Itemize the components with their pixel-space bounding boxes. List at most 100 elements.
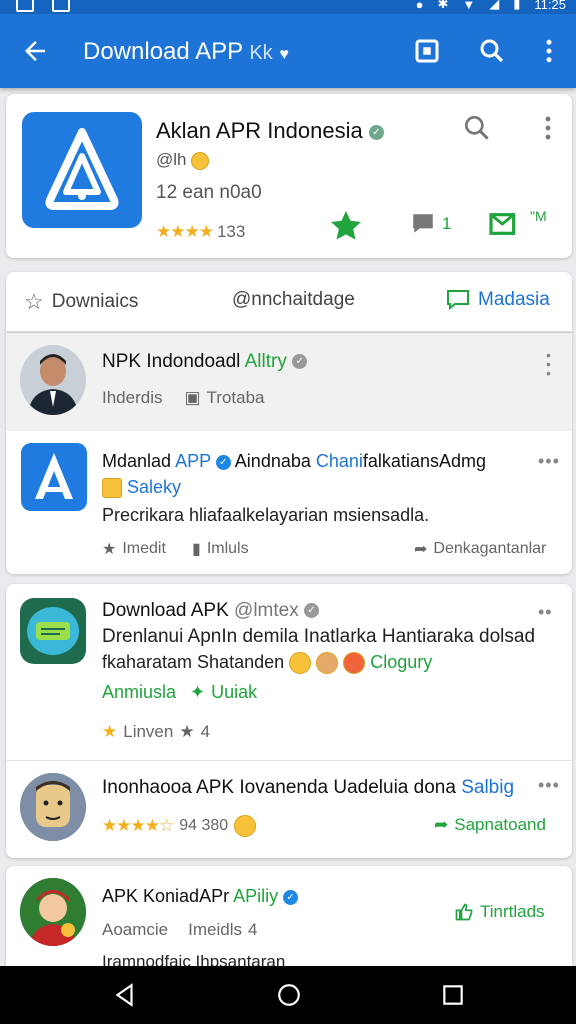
share-action[interactable]: 1: [410, 210, 451, 238]
post-row-2[interactable]: Mdanlad APP ✓ Aindnaba ChanifalkatiansAd…: [6, 431, 572, 574]
wifi-icon: ▼: [462, 0, 476, 12]
post2-title: Mdanlad APP ✓ Aindnaba ChanifalkatiansAd…: [102, 451, 486, 472]
star-icon: ★: [102, 541, 117, 558]
post2-body: Precrikara hliafaalkelayarian msiensadla…: [102, 505, 430, 525]
system-nav-bar: [0, 966, 576, 1024]
signal-icon: ◢: [489, 0, 500, 11]
chat-bubble-icon: [447, 290, 469, 311]
page-title-text: Download APP: [83, 38, 243, 65]
post2-sub: Saleky: [102, 477, 181, 499]
post5-action[interactable]: Tinrtlads: [454, 902, 545, 922]
save-icon[interactable]: [412, 36, 442, 66]
page-title: Download APP Kk ♥: [83, 38, 289, 66]
chat-app-avatar[interactable]: [20, 598, 86, 664]
avatar[interactable]: [20, 345, 86, 415]
post5-tag: APiliy: [233, 886, 279, 906]
post4-rating: ★★★★☆ 94 380: [102, 815, 257, 837]
post5-m3: 4: [248, 920, 258, 939]
handle-text: @lh: [156, 150, 187, 169]
post2-title-app: APP: [175, 451, 211, 471]
smile-emoji-icon: [234, 815, 257, 837]
post3-g2: Uuiak: [211, 682, 258, 702]
lock-emoji-icon: [102, 478, 122, 499]
post1-meta2: Trotaba: [206, 388, 265, 407]
more-horiz-icon[interactable]: •••: [538, 775, 560, 796]
more-horiz-icon[interactable]: ••: [538, 602, 553, 623]
post-row-3[interactable]: Download APK @lmtex ✓ •• Drenlanui ApnIn…: [6, 584, 572, 760]
verified-icon: ✓: [368, 124, 384, 140]
post-row-5[interactable]: APK KoniadAPr APiliy ✓ Tinrtlads Aoamcie…: [6, 866, 572, 971]
tab-media-label: Madasia: [478, 289, 550, 310]
comment-icon: ▮: [192, 541, 201, 558]
post2-title-a: Mdanlad: [102, 451, 172, 471]
person-avatar-icon: [20, 345, 86, 415]
flask-logo-icon: [45, 128, 119, 210]
smile-emoji-icon: [191, 151, 210, 170]
more-vert-icon[interactable]: [534, 36, 564, 66]
app-logo[interactable]: [22, 112, 142, 228]
post2-act3: Denkagantanlar: [433, 540, 547, 557]
search-icon[interactable]: [477, 36, 507, 66]
comment-icon: [413, 214, 433, 233]
post3-count: 4: [200, 722, 211, 741]
comment-action[interactable]: ▮ Imluls: [192, 539, 249, 559]
bluetooth-icon: ✱: [437, 0, 449, 11]
battery-icon: ▮: [513, 0, 521, 11]
post3-meta[interactable]: ★ Linven ★ 4: [102, 722, 210, 742]
post5-meta: Aoamcie Imeidls 4: [102, 920, 257, 940]
thumbs-up-icon: [455, 903, 473, 921]
rating-stars-icon: ★★★★: [156, 222, 214, 241]
cartoon-person-icon: [20, 878, 86, 946]
post3-line2-text: fkaharatam Shatanden: [102, 652, 285, 672]
post5-m2: Imeidls: [188, 920, 242, 939]
app-name: Aklan APR Indonesia ✓: [156, 118, 384, 144]
nav-home-icon[interactable]: [276, 982, 302, 1008]
tab-downloads-label: Downiaics: [51, 291, 139, 312]
star-icon: ★: [102, 722, 118, 741]
message-action[interactable]: "M: [486, 208, 547, 240]
share-arrow-icon: ➦: [414, 541, 428, 558]
card-search-icon[interactable]: [461, 112, 493, 144]
nav-back-icon[interactable]: [112, 982, 138, 1008]
verified-icon: ✓: [292, 354, 308, 370]
post2-title-c: Chani: [315, 451, 363, 471]
post-list-card-2: Download APK @lmtex ✓ •• Drenlanui ApnIn…: [6, 584, 572, 858]
post5-action-text: Tinrtlads: [480, 902, 545, 921]
more-horiz-icon[interactable]: •••: [538, 451, 560, 472]
card-more-icon[interactable]: [536, 112, 560, 144]
post-row-1[interactable]: NPK Indondoadl Alltry ✓ Ihderdis ▣ Trota…: [6, 333, 572, 431]
more-vert-icon[interactable]: • • •: [546, 348, 552, 380]
post5-title-text: APK KoniadAPr: [102, 886, 230, 906]
tab-channel[interactable]: @nnchaitdage: [232, 289, 355, 311]
cartoon-face-icon: [20, 773, 86, 841]
share-action[interactable]: ➦ Denkagantanlar: [414, 539, 546, 559]
post4-action-text: Sapnatoand: [454, 815, 546, 834]
post3-title: Download APK @lmtex ✓: [102, 600, 319, 622]
post-title: NPK Indondoadl Alltry ✓: [102, 351, 308, 373]
tab-downloads[interactable]: ☆ Downiaics: [24, 289, 138, 315]
avatar[interactable]: [20, 773, 86, 841]
post1-meta1: Ihderdis: [102, 388, 163, 407]
favorite-star-icon[interactable]: [328, 208, 364, 244]
post4-title-text: Inonhaooa APK Iovanenda Uadeluia dona: [102, 777, 456, 798]
post1-title-text: NPK Indondoadl: [102, 351, 241, 372]
share-count: 1: [442, 214, 452, 233]
post4-action[interactable]: ➦ Sapnatoand: [434, 815, 546, 835]
post3-line1: Drenlanui ApnIn demila Inatlarka Hantiar…: [102, 626, 536, 647]
like-action[interactable]: ★ Imedit: [102, 539, 166, 559]
post3-meta-text: Linven: [123, 722, 174, 741]
status-time: 11:25: [534, 0, 566, 12]
post-row-4[interactable]: Inonhaooa APK Iovanenda Uadeluia dona Sa…: [6, 761, 572, 858]
tab-media[interactable]: Madasia: [446, 289, 550, 311]
app-handle: @lh: [156, 150, 210, 170]
back-arrow-icon[interactable]: [20, 36, 50, 66]
avatar[interactable]: [20, 878, 86, 946]
post4-title: Inonhaooa APK Iovanenda Uadeluia dona Sa…: [102, 777, 514, 799]
notification-icon: [16, 0, 34, 12]
app-avatar[interactable]: [21, 443, 87, 511]
post1-tag: Alltry: [244, 351, 287, 372]
post3-green-meta[interactable]: Anmiusla ✦ Uuiak: [102, 682, 257, 703]
nav-recents-icon[interactable]: [440, 982, 466, 1008]
post3-g1: Anmiusla: [102, 682, 177, 702]
tab-bar: ☆ Downiaics @nnchaitdage Madasia: [6, 272, 572, 332]
